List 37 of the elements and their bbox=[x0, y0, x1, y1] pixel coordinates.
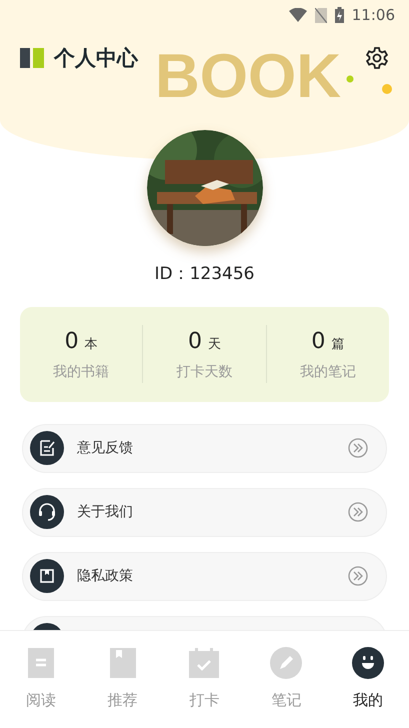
menu-item[interactable]: 意见反馈 bbox=[22, 424, 387, 472]
background-word: BOOK bbox=[155, 46, 341, 108]
stat-label: 打卡天数 bbox=[176, 363, 232, 382]
menu-item[interactable]: 隐私政策 bbox=[22, 552, 387, 600]
edit-icon bbox=[30, 431, 64, 465]
stat-unit: 天 bbox=[208, 336, 221, 354]
calendar-check-icon bbox=[189, 648, 220, 678]
menu-label: 隐私政策 bbox=[77, 566, 133, 586]
headset-icon bbox=[30, 495, 64, 529]
stat-label: 我的笔记 bbox=[300, 363, 356, 382]
book-logo-icon bbox=[20, 48, 44, 68]
stat-value: 0 bbox=[311, 328, 326, 356]
smile-icon bbox=[352, 647, 384, 679]
battery-charging-icon bbox=[334, 7, 344, 23]
bookmark-icon bbox=[110, 648, 136, 678]
stat-value: 0 bbox=[64, 328, 79, 356]
document-icon bbox=[28, 648, 54, 678]
decor-dots-drawing bbox=[346, 75, 392, 95]
double-chevron-icon bbox=[348, 566, 368, 586]
user-id: ID：123456 bbox=[154, 263, 254, 286]
menu-item[interactable]: 关于我们 bbox=[22, 488, 387, 536]
no-sim-icon bbox=[314, 8, 327, 22]
pencil-icon bbox=[270, 647, 302, 679]
page-title: 个人中心 bbox=[54, 44, 138, 72]
stat-unit: 本 bbox=[84, 336, 98, 354]
settings-icon[interactable] bbox=[365, 46, 389, 70]
stat-unit: 篇 bbox=[331, 336, 344, 354]
wifi-icon bbox=[288, 8, 307, 22]
stat-value: 0 bbox=[188, 328, 202, 356]
menu-label: 关于我们 bbox=[77, 502, 133, 522]
bookmark-icon bbox=[30, 559, 64, 593]
tab[interactable]: 我的 bbox=[327, 647, 409, 728]
double-chevron-icon bbox=[348, 438, 368, 458]
menu-label: 意见反馈 bbox=[77, 438, 133, 458]
stat-label: 我的书籍 bbox=[53, 363, 110, 382]
status-time: 11:06 bbox=[352, 4, 395, 26]
double-chevron-icon bbox=[348, 502, 368, 522]
